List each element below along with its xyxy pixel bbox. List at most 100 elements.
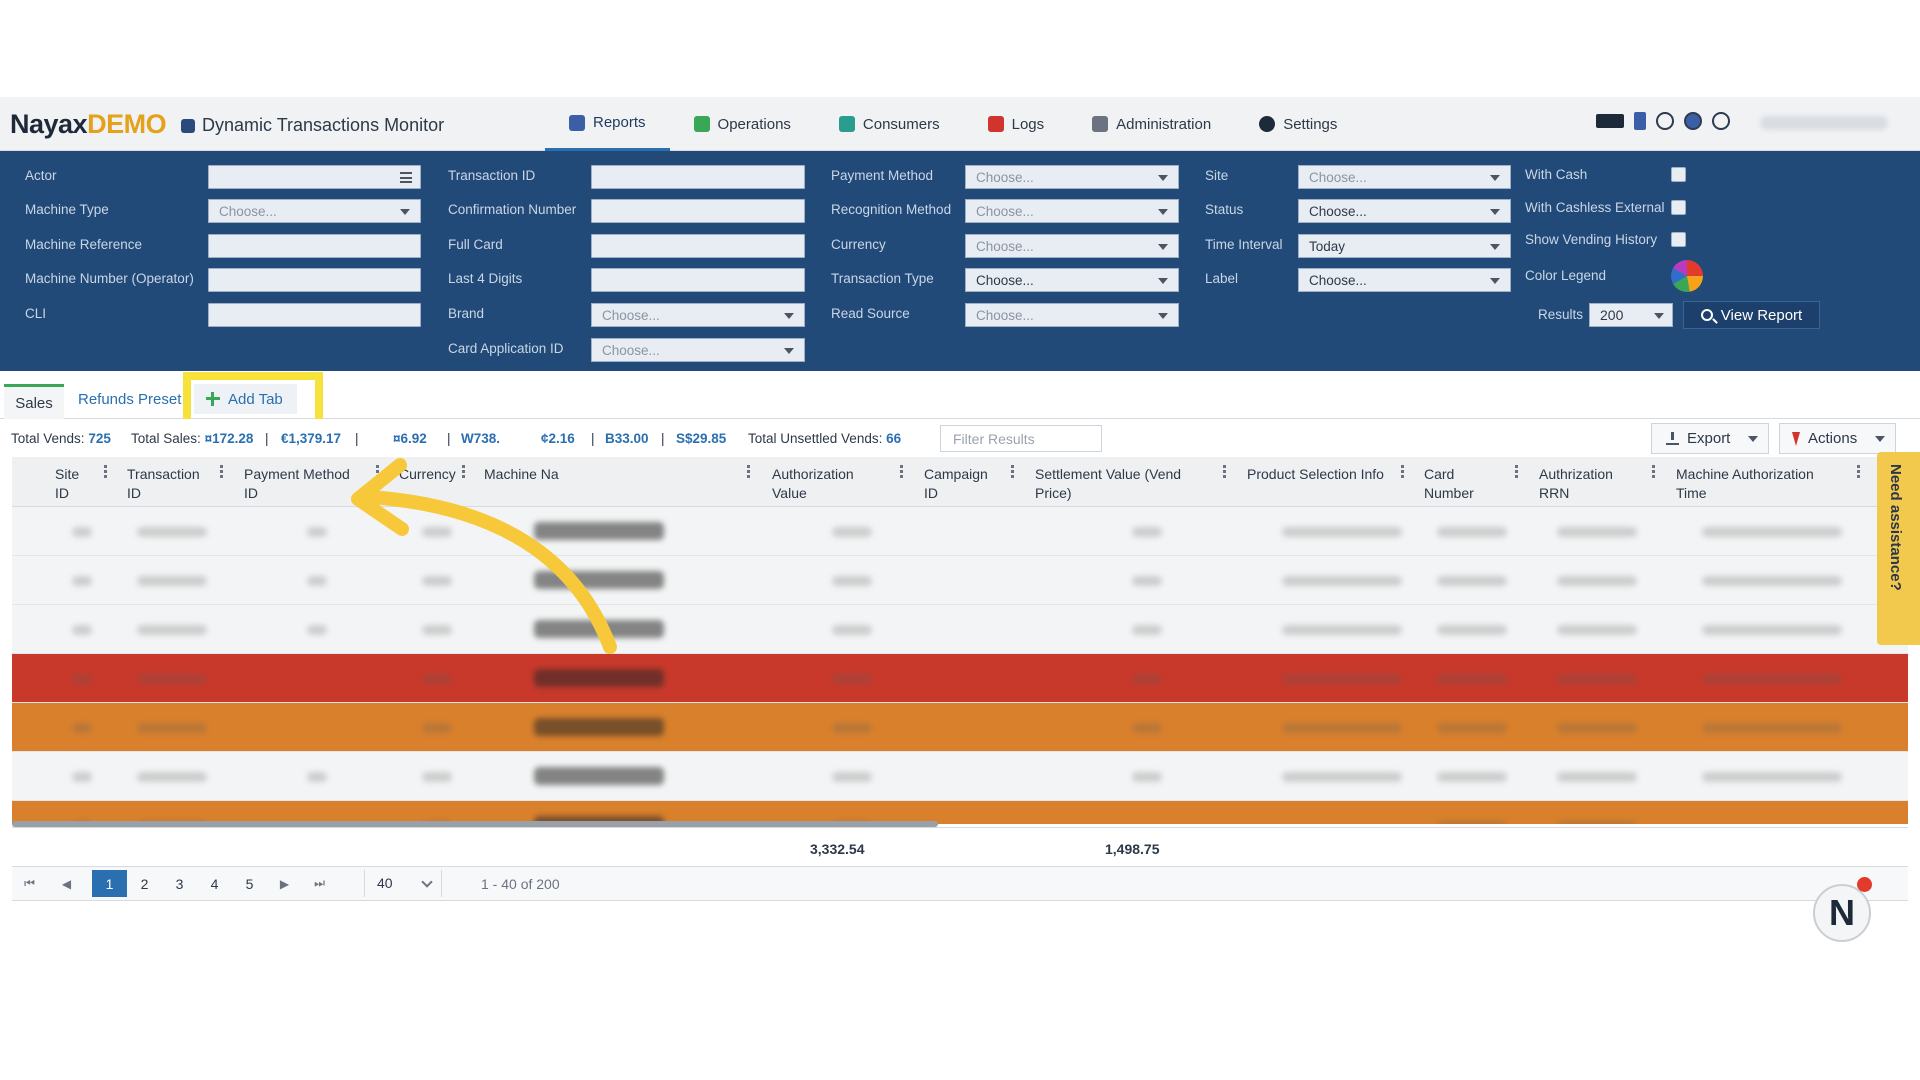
site-label: Site	[1205, 168, 1229, 183]
filter-results-input[interactable]: Filter Results	[940, 425, 1102, 452]
chevron-down-icon	[1158, 278, 1168, 284]
user-menu[interactable]	[1760, 116, 1888, 130]
results-label: Results	[1538, 307, 1584, 322]
recognition-method-select[interactable]: Choose...	[965, 199, 1179, 223]
globe-icon[interactable]	[1684, 112, 1702, 130]
column-menu-icon[interactable]	[1857, 465, 1860, 478]
actions-button[interactable]: Actions	[1779, 423, 1896, 454]
page-5[interactable]: 5	[232, 870, 267, 897]
tab-sales[interactable]: Sales	[4, 384, 64, 419]
col-authorization-value[interactable]: Authorization Value	[772, 465, 872, 503]
column-menu-icon[interactable]	[1515, 465, 1518, 478]
nav-reports[interactable]: Reports	[545, 97, 670, 151]
view-report-button[interactable]: View Report	[1683, 301, 1820, 329]
column-menu-icon[interactable]	[1223, 465, 1226, 478]
tab-refunds-preset[interactable]: Refunds Preset	[78, 391, 181, 408]
column-menu-icon[interactable]	[104, 465, 107, 478]
time-interval-select[interactable]: Today	[1298, 234, 1511, 258]
chevron-down-icon	[784, 348, 794, 354]
nav-administration[interactable]: Administration	[1068, 97, 1235, 151]
transaction-type-select[interactable]: Choose...	[965, 268, 1179, 292]
transaction-id-input[interactable]	[591, 165, 805, 189]
page-4[interactable]: 4	[197, 870, 232, 897]
cli-input[interactable]	[208, 303, 421, 327]
machine-reference-input[interactable]	[208, 234, 421, 258]
table-row[interactable]	[12, 703, 1908, 752]
col-card-number[interactable]: Card Number	[1424, 465, 1494, 503]
table-row[interactable]	[12, 605, 1908, 654]
flask-icon[interactable]	[1634, 112, 1646, 130]
column-menu-icon[interactable]	[1011, 465, 1014, 478]
chevron-down-icon	[1158, 175, 1168, 181]
column-menu-icon[interactable]	[900, 465, 903, 478]
table-row[interactable]	[12, 752, 1908, 801]
column-menu-icon[interactable]	[1401, 465, 1404, 478]
page-1[interactable]: 1	[92, 870, 127, 897]
full-card-input[interactable]	[591, 234, 805, 258]
chat-widget-icon[interactable]: N	[1813, 884, 1871, 942]
nav-settings[interactable]: Settings	[1235, 97, 1361, 151]
with-cash-checkbox[interactable]	[1671, 167, 1686, 182]
chevron-down-icon	[400, 209, 410, 215]
settings-icon	[1259, 116, 1276, 132]
col-machine-authorization-time[interactable]: Machine Authorization Time	[1676, 465, 1836, 503]
column-menu-icon[interactable]	[747, 465, 750, 478]
first-page-icon[interactable]: ⏮	[12, 870, 47, 897]
graduation-cap-icon[interactable]	[1596, 114, 1624, 128]
with-cashless-external-checkbox[interactable]	[1671, 200, 1686, 215]
last-page-icon[interactable]: ⏭	[302, 870, 337, 897]
brand-select[interactable]: Choose...	[591, 303, 805, 327]
col-settlement-value[interactable]: Settlement Value (Vend Price)	[1035, 465, 1215, 503]
col-transaction-id[interactable]: Transaction ID	[127, 465, 207, 503]
with-cash-label: With Cash	[1525, 167, 1588, 182]
monitor-icon	[181, 118, 195, 133]
currency-select[interactable]: Choose...	[965, 234, 1179, 258]
payment-method-select[interactable]: Choose...	[965, 165, 1179, 189]
show-vending-history-checkbox[interactable]	[1671, 232, 1686, 247]
color-legend-icon[interactable]	[1671, 260, 1703, 292]
read-source-select[interactable]: Choose...	[965, 303, 1179, 327]
col-product-selection-info[interactable]: Product Selection Info	[1247, 465, 1397, 484]
results-select[interactable]: 200	[1589, 303, 1673, 327]
col-authrization-rrn[interactable]: Authrization RRN	[1539, 465, 1639, 503]
top-navigation-bar: NayaxDEMO Dynamic Transactions Monitor R…	[0, 97, 1920, 151]
status-select[interactable]: Choose...	[1298, 199, 1511, 223]
list-icon[interactable]	[400, 172, 412, 183]
actor-input[interactable]	[208, 165, 421, 189]
sales-sgd: S$29.85	[676, 431, 727, 446]
card-app-id-select[interactable]: Choose...	[591, 338, 805, 362]
machine-type-label: Machine Type	[25, 202, 109, 217]
next-page-icon[interactable]: ▶	[267, 870, 302, 897]
card-app-id-label: Card Application ID	[448, 341, 564, 356]
previous-page-icon[interactable]: ◀	[49, 870, 84, 897]
label-select[interactable]: Choose...	[1298, 268, 1511, 292]
table-row[interactable]	[12, 556, 1908, 605]
page-size-select[interactable]: 40	[364, 870, 442, 897]
need-assistance-tab[interactable]: Need assistance?	[1877, 452, 1920, 645]
col-site-id[interactable]: Site ID	[55, 465, 95, 503]
table-row[interactable]	[12, 654, 1908, 703]
nav-logs[interactable]: Logs	[964, 97, 1069, 151]
chevron-down-icon	[1158, 209, 1168, 215]
machine-number-input[interactable]	[208, 268, 421, 292]
machine-type-select[interactable]: Choose...	[208, 199, 421, 223]
search-icon[interactable]	[1656, 112, 1674, 130]
page-2[interactable]: 2	[127, 870, 162, 897]
column-menu-icon[interactable]	[220, 465, 223, 478]
chevron-down-icon	[1490, 244, 1500, 250]
last4-input[interactable]	[591, 268, 805, 292]
nav-operations[interactable]: Operations	[670, 97, 815, 151]
confirmation-number-input[interactable]	[591, 199, 805, 223]
nav-consumers[interactable]: Consumers	[815, 97, 964, 151]
clock-icon[interactable]	[1712, 112, 1730, 130]
col-campaign-id[interactable]: Campaign ID	[924, 465, 1004, 503]
sales-c3: ¤6.92	[393, 431, 427, 446]
column-menu-icon[interactable]	[1652, 465, 1655, 478]
export-button[interactable]: Export	[1651, 423, 1769, 454]
table-row[interactable]	[12, 507, 1908, 556]
site-select[interactable]: Choose...	[1298, 165, 1511, 189]
lightning-icon	[1792, 431, 1800, 446]
sales-eur: €1,379.17	[281, 431, 342, 446]
page-3[interactable]: 3	[162, 870, 197, 897]
nayax-logo[interactable]: NayaxDEMO	[10, 109, 167, 140]
